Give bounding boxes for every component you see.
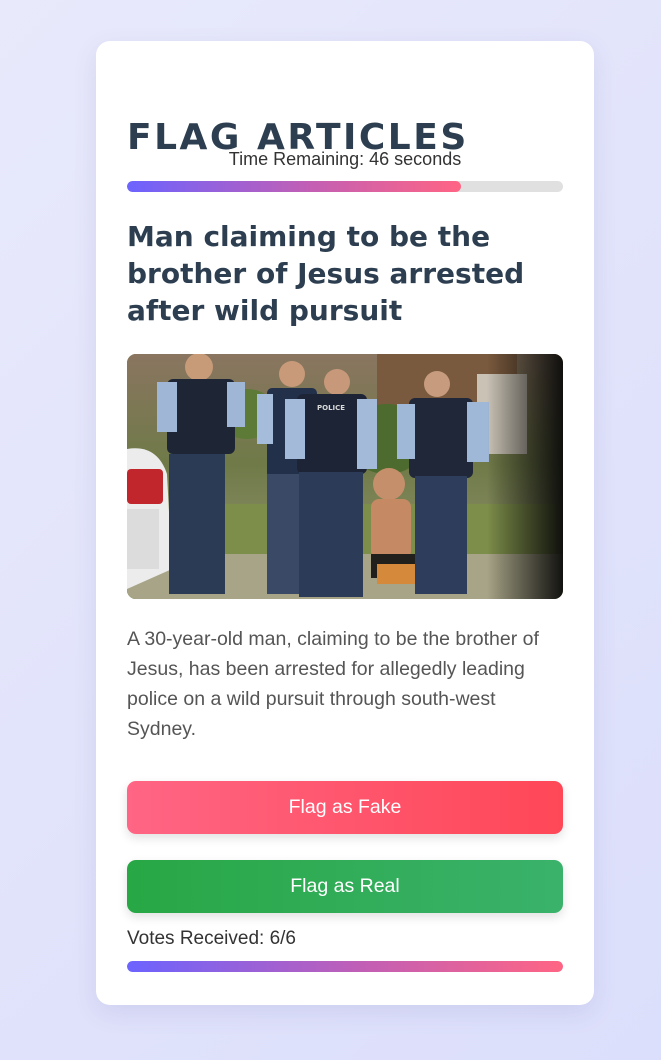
article-description: A 30-year-old man, claiming to be the br…: [127, 628, 539, 740]
timer-progress-fill: [127, 181, 461, 192]
police-arrest-photo: POLICE: [127, 354, 563, 599]
flag-articles-card: FLAG ARTICLES Time Remaining: 46 seconds…: [96, 41, 594, 1005]
police-badge-text: POLICE: [317, 404, 345, 412]
timer-progress-bar: [127, 181, 563, 192]
flag-as-fake-button[interactable]: Flag as Fake: [127, 781, 563, 834]
article-image: POLICE: [127, 354, 563, 599]
votes-received-label: Votes Received: 6/6: [127, 928, 296, 949]
flag-as-real-button[interactable]: Flag as Real: [127, 860, 563, 913]
votes-progress-fill: [127, 961, 563, 972]
article-headline: Man claiming to be the brother of Jesus …: [127, 220, 525, 327]
time-remaining-label: Time Remaining: 46 seconds: [228, 149, 462, 169]
votes-progress-bar: [127, 961, 563, 972]
